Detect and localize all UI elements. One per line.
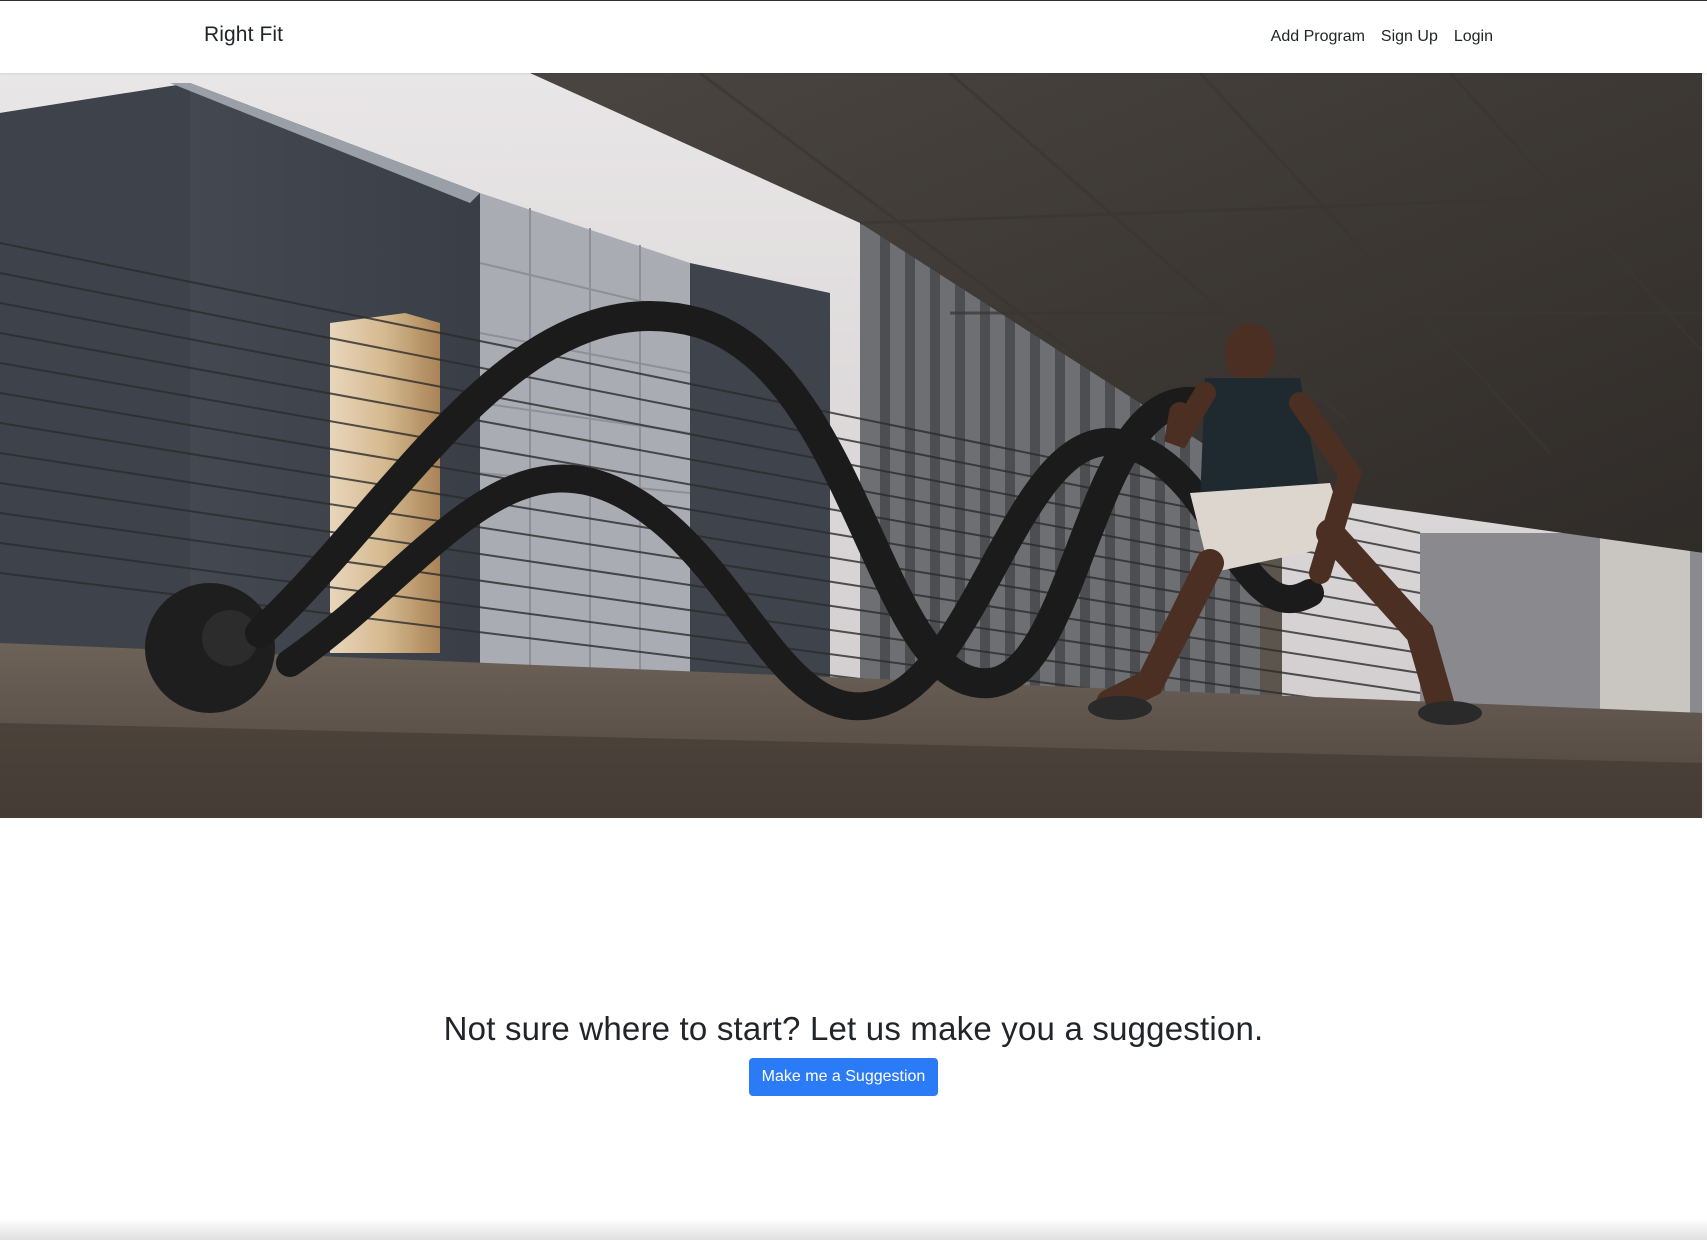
nav-link-add-program[interactable]: Add Program: [1271, 28, 1365, 46]
nav-links: Add Program Sign Up Login: [1271, 28, 1493, 46]
page: Right Fit Add Program Sign Up Login Not …: [0, 0, 1707, 1240]
navbar: Right Fit Add Program Sign Up Login: [0, 1, 1707, 73]
hero-photo-battle-ropes: [0, 73, 1704, 818]
suggestion-section: Not sure where to start? Let us make you…: [0, 1010, 1707, 1096]
make-suggestion-button[interactable]: Make me a Suggestion: [748, 1058, 939, 1096]
nav-link-login[interactable]: Login: [1454, 28, 1493, 46]
suggestion-heading: Not sure where to start? Let us make you…: [443, 1010, 1264, 1047]
bottom-edge-shadow: [0, 1218, 1707, 1240]
nav-link-sign-up[interactable]: Sign Up: [1381, 28, 1438, 46]
brand-link[interactable]: Right Fit: [204, 23, 283, 47]
hero-image: [0, 73, 1704, 818]
